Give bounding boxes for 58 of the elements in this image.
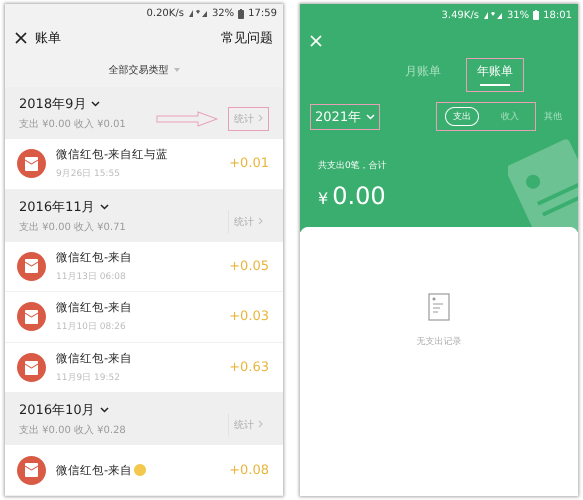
month-title[interactable]: 2016年11月: [19, 198, 95, 216]
transaction-amount: +0.01: [229, 156, 269, 172]
document-icon: [428, 293, 450, 321]
network-speed: 0.20K/s: [146, 8, 184, 20]
total-amount: 0.00: [332, 182, 386, 210]
transaction-amount: +0.63: [229, 360, 269, 376]
transaction-time: 11月10日 08:26: [56, 321, 127, 334]
transaction-row[interactable]: 微信红包-来自 11月13日 06:08 +0.05: [5, 242, 283, 292]
transaction-amount: +0.05: [229, 258, 269, 274]
month-title[interactable]: 2018年9月: [19, 94, 86, 113]
transaction-row[interactable]: 微信红包-来自 11月10日 08:26 +0.03: [5, 292, 283, 343]
transaction-row[interactable]: 微信红包-来自 11月9日 19:52 +0.63: [5, 342, 283, 394]
transaction-amount: +0.08: [229, 462, 269, 478]
clock: 17:59: [248, 8, 277, 20]
transaction-time: 11月9日 19:52: [56, 372, 121, 384]
transaction-title: 微信红包-来自红与蓝: [56, 147, 168, 162]
month-title[interactable]: 2016年10月: [19, 401, 95, 420]
transaction-title: 微信红包-来自: [56, 250, 132, 265]
signal-icon: [482, 10, 503, 20]
month-summary: 支出 ¥0.00 收入 ¥0.71: [19, 220, 127, 234]
battery-icon: [533, 10, 540, 20]
month-summary: 支出 ¥0.00 收入 ¥0.28: [19, 424, 127, 438]
transaction-title: 微信红包-来自: [56, 351, 132, 366]
transaction-amount: +0.03: [229, 309, 269, 324]
envelope-icon: [17, 149, 46, 178]
battery-level: 32%: [212, 8, 234, 20]
clock: 18:01: [543, 10, 572, 20]
envelope-icon: [17, 456, 46, 485]
chevron-right-icon: [258, 216, 263, 225]
currency-sign: ¥: [318, 189, 328, 208]
transaction-title: 微信红包-来自: [56, 300, 132, 316]
close-icon[interactable]: [15, 32, 27, 44]
summary-text: 共支出0笔，合计: [317, 160, 388, 172]
battery-icon: [238, 8, 244, 19]
envelope-icon: [17, 302, 46, 332]
transaction-time: 9月26日 15:55: [56, 168, 121, 180]
faq-link[interactable]: 常见问题: [221, 29, 273, 48]
dropdown-icon: [174, 68, 180, 72]
signal-icon: [188, 9, 208, 18]
chevron-right-icon: [258, 420, 263, 428]
chevron-down-icon: [100, 204, 109, 210]
network-speed: 3.49K/s: [442, 10, 479, 20]
chevron-right-icon: [258, 114, 263, 122]
empty-message: 无支出记录: [416, 336, 462, 348]
transaction-row[interactable]: 微信红包-来自红与蓝 9月26日 15:55 +0.01: [5, 138, 283, 190]
battery-level: 31%: [506, 10, 530, 20]
envelope-icon: [17, 353, 46, 382]
arrow-icon: [156, 110, 218, 127]
chevron-down-icon: [366, 114, 376, 120]
chevron-down-icon: [91, 100, 100, 107]
envelope-icon: [17, 252, 46, 281]
page-title: 账单: [35, 30, 61, 48]
transaction-time: 11月13日 06:08: [56, 270, 127, 283]
chevron-down-icon: [100, 407, 109, 414]
month-summary: 支出 ¥0.00 收入 ¥0.01: [19, 118, 127, 131]
filter-dropdown[interactable]: 全部交易类型: [108, 62, 168, 77]
transaction-title: 微信红包-来自: [56, 462, 132, 478]
transaction-row[interactable]: 微信红包-来自 +0.08: [5, 445, 283, 496]
